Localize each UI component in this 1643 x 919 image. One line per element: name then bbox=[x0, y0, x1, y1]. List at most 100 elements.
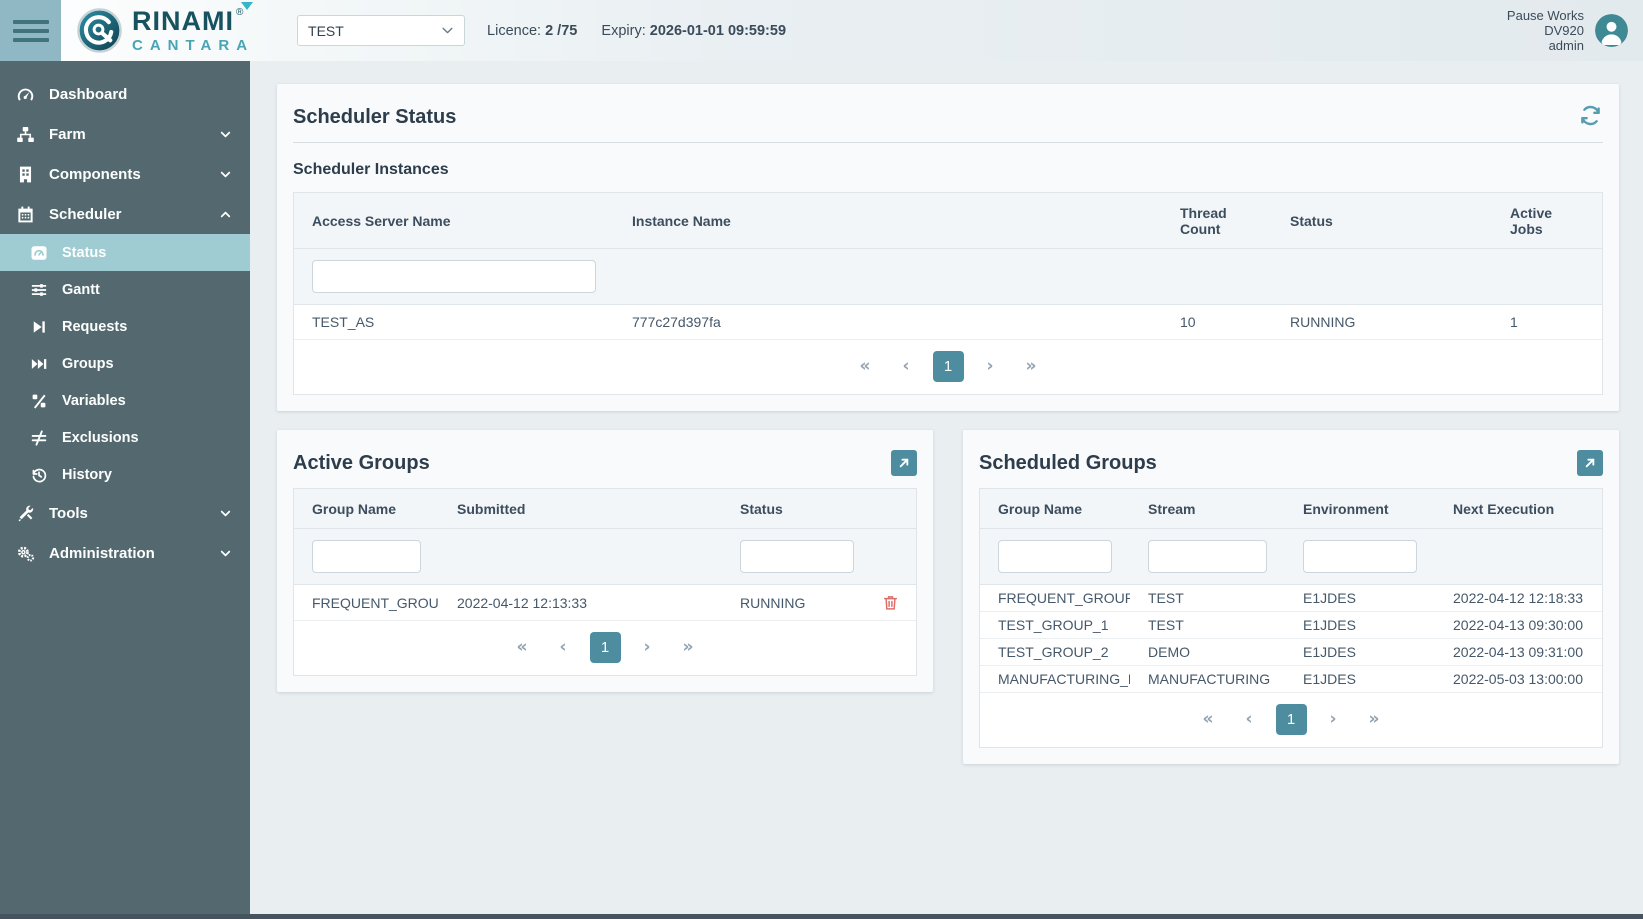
sidebar-item-tools[interactable]: Tools bbox=[0, 493, 250, 533]
stream: DEMO bbox=[1130, 639, 1285, 665]
menu-toggle-button[interactable] bbox=[0, 0, 61, 61]
trash-icon bbox=[882, 594, 899, 611]
sidebar-subitem-status[interactable]: Status bbox=[0, 234, 250, 271]
sidebar-subitem-variables[interactable]: Variables bbox=[0, 382, 250, 419]
pagination-page-1-button[interactable]: 1 bbox=[933, 351, 964, 382]
sidebar-subitem-label: Status bbox=[62, 245, 106, 261]
column-header: Next Execution bbox=[1435, 489, 1602, 528]
pagination-prev-button[interactable]: ‹ bbox=[550, 637, 575, 658]
next-execution: 2022-04-13 09:31:00 bbox=[1435, 639, 1602, 665]
pagination-last-button[interactable]: » bbox=[674, 637, 703, 658]
pagination-first-button[interactable]: « bbox=[1194, 709, 1223, 730]
sidebar-item-administration[interactable]: Administration bbox=[0, 533, 250, 573]
sidebar-subitem-label: Variables bbox=[62, 393, 126, 409]
chevron-down-icon bbox=[441, 24, 454, 37]
pagination-first-button[interactable]: « bbox=[851, 356, 880, 377]
top-header: RINAMI® CANTARA TEST Licence: 2 /75 Expi… bbox=[0, 0, 1643, 61]
requests-icon bbox=[30, 318, 48, 336]
environment: E1JDES bbox=[1285, 612, 1435, 638]
pagination-page-1-button[interactable]: 1 bbox=[590, 632, 621, 663]
pagination-page-1-button[interactable]: 1 bbox=[1276, 704, 1307, 735]
status-icon bbox=[30, 244, 48, 262]
column-header: Group Name bbox=[980, 489, 1130, 528]
sidebar-subitem-exclusions[interactable]: Exclusions bbox=[0, 419, 250, 456]
chevron-down-icon bbox=[219, 507, 232, 520]
active-jobs: 1 bbox=[1492, 305, 1602, 339]
instances-heading: Scheduler Instances bbox=[293, 149, 1603, 192]
sidebar-item-components[interactable]: Components bbox=[0, 154, 250, 194]
column-header: Stream bbox=[1130, 489, 1285, 528]
table-row: FREQUENT_GROUP 2022-04-12 12:13:33 RUNNI… bbox=[294, 585, 916, 621]
table-header-row: Access Server Name Instance Name Thread … bbox=[294, 193, 1602, 249]
licence-value: 2 /75 bbox=[545, 23, 577, 39]
instances-pagination: « ‹ 1 › » bbox=[294, 340, 1602, 394]
sidebar-subitem-label: Groups bbox=[62, 356, 114, 372]
environment: E1JDES bbox=[1285, 639, 1435, 665]
stream-filter-input[interactable] bbox=[1148, 540, 1267, 573]
pagination-next-button[interactable]: › bbox=[978, 356, 1003, 377]
status-filter-input[interactable] bbox=[740, 540, 854, 573]
group-name: TEST_GROUP_2 bbox=[980, 639, 1130, 665]
user-icon bbox=[1595, 14, 1628, 47]
group-name-filter-input[interactable] bbox=[998, 540, 1112, 573]
column-header: Access Server Name bbox=[294, 201, 614, 240]
hamburger-icon bbox=[13, 20, 49, 24]
table-row: TEST_GROUP_2 DEMO E1JDES 2022-04-13 09:3… bbox=[980, 639, 1602, 666]
user-name: admin bbox=[1507, 38, 1584, 53]
sidebar-subitem-label: History bbox=[62, 467, 112, 483]
user-environment: DV920 bbox=[1507, 23, 1584, 38]
pagination-next-button[interactable]: › bbox=[635, 637, 660, 658]
status-value: RUNNING bbox=[1272, 305, 1492, 339]
sidebar-item-label: Farm bbox=[49, 126, 86, 143]
title-divider bbox=[293, 142, 1603, 143]
column-header: Thread Count bbox=[1162, 193, 1272, 248]
table-filter-row bbox=[294, 249, 1602, 305]
delete-group-button[interactable] bbox=[882, 594, 899, 611]
bottom-bar bbox=[0, 914, 1643, 919]
pagination-prev-button[interactable]: ‹ bbox=[893, 356, 918, 377]
table-row: TEST_GROUP_1 TEST E1JDES 2022-04-13 09:3… bbox=[980, 612, 1602, 639]
environment-filter-input[interactable] bbox=[1303, 540, 1417, 573]
brand-logo: RINAMI® CANTARA bbox=[76, 0, 272, 61]
access-server-name: TEST_AS bbox=[294, 305, 614, 339]
pagination-last-button[interactable]: » bbox=[1360, 709, 1389, 730]
page-title: Scheduler Status bbox=[293, 106, 456, 129]
next-execution: 2022-05-03 13:00:00 bbox=[1435, 666, 1602, 692]
submitted-time: 2022-04-12 12:13:33 bbox=[439, 586, 722, 620]
sidebar-item-label: Scheduler bbox=[49, 206, 122, 223]
sidebar-subitem-history[interactable]: History bbox=[0, 456, 250, 493]
pagination-last-button[interactable]: » bbox=[1017, 356, 1046, 377]
stream: TEST bbox=[1130, 612, 1285, 638]
sidebar-subitem-gantt[interactable]: Gantt bbox=[0, 271, 250, 308]
sidebar-item-label: Components bbox=[49, 166, 141, 183]
environment-select[interactable]: TEST bbox=[297, 15, 465, 46]
sidebar-item-farm[interactable]: Farm bbox=[0, 114, 250, 154]
scheduled-groups-pagination: « ‹ 1 › » bbox=[980, 693, 1602, 747]
sidebar-subitem-requests[interactable]: Requests bbox=[0, 308, 250, 345]
environment: E1JDES bbox=[1285, 585, 1435, 611]
group-name-filter-input[interactable] bbox=[312, 540, 421, 573]
active-groups-open-button[interactable] bbox=[891, 450, 917, 476]
column-header: Status bbox=[722, 489, 872, 528]
refresh-button[interactable] bbox=[1577, 104, 1603, 130]
main-content: Scheduler Status Scheduler Instances Acc… bbox=[250, 61, 1643, 919]
chevron-up-icon bbox=[219, 208, 232, 221]
environment: E1JDES bbox=[1285, 666, 1435, 692]
user-avatar-button[interactable] bbox=[1595, 14, 1628, 47]
farm-icon bbox=[16, 125, 35, 144]
table-filter-row bbox=[980, 529, 1602, 585]
sidebar-item-dashboard[interactable]: Dashboard bbox=[0, 74, 250, 114]
pagination-prev-button[interactable]: ‹ bbox=[1236, 709, 1261, 730]
sidebar-subitem-groups[interactable]: Groups bbox=[0, 345, 250, 382]
access-server-filter-input[interactable] bbox=[312, 260, 596, 293]
table-row: FREQUENT_GROUP TEST E1JDES 2022-04-12 12… bbox=[980, 585, 1602, 612]
pagination-next-button[interactable]: › bbox=[1321, 709, 1346, 730]
pagination-first-button[interactable]: « bbox=[508, 637, 537, 658]
stream: TEST bbox=[1130, 585, 1285, 611]
column-header: Group Name bbox=[294, 489, 439, 528]
app-root: RINAMI® CANTARA TEST Licence: 2 /75 Expi… bbox=[0, 0, 1643, 919]
table-header-row: Group Name Stream Environment Next Execu… bbox=[980, 489, 1602, 529]
sidebar-item-label: Dashboard bbox=[49, 86, 127, 103]
sidebar-item-scheduler[interactable]: Scheduler bbox=[0, 194, 250, 234]
scheduled-groups-open-button[interactable] bbox=[1577, 450, 1603, 476]
